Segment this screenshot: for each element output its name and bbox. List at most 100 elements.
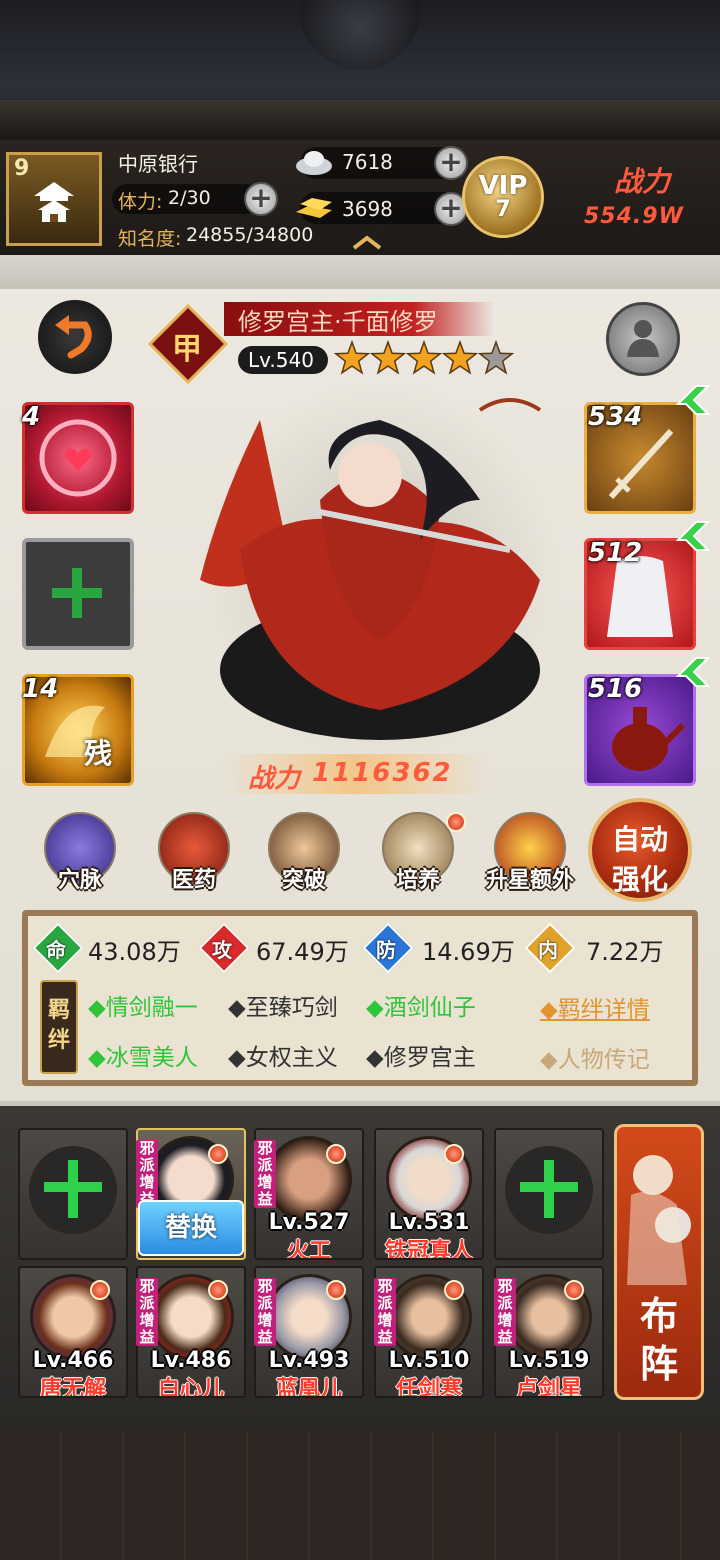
plus-icon (52, 568, 102, 618)
member-name: 蓝凰儿 (275, 1377, 342, 1398)
stat-value: 67.49万 (256, 938, 349, 966)
fame-value: 24855/34800 (186, 224, 314, 246)
hero-title: 修罗宫主·千面修罗 (238, 308, 438, 336)
gold-bars-icon (296, 198, 332, 218)
star-rating (334, 340, 515, 375)
skill-medicine[interactable]: 医药 (156, 812, 232, 894)
chevron-up-icon[interactable] (350, 232, 384, 252)
roof-banner (0, 0, 720, 140)
stat-value: 43.08万 (88, 938, 181, 966)
back-button[interactable] (38, 300, 112, 374)
footer-panel (0, 1431, 720, 1560)
member-name: 卢剑星 (515, 1377, 582, 1398)
stat-key: 内 (538, 938, 558, 962)
member-name: 铁冠真人 (384, 1239, 473, 1260)
auto-enhance-button[interactable]: 自动 强化 (588, 798, 692, 902)
faction-tag: 邪派增益 (136, 1140, 158, 1208)
notification-dot (208, 1144, 228, 1164)
upgrade-arrow-icon[interactable] (676, 656, 710, 696)
team-slot-empty[interactable] (18, 1128, 128, 1260)
vip-badge[interactable]: VIP 7 (462, 156, 544, 238)
team-slot-empty[interactable] (494, 1128, 604, 1260)
upgrade-arrow-icon[interactable] (676, 384, 710, 424)
hero-level: Lv.540 (248, 348, 314, 372)
member-name: 火工 (286, 1239, 331, 1260)
member-name: 唐无解 (39, 1377, 106, 1398)
slot-count: 4 (22, 402, 41, 432)
team-member[interactable]: Lv.531 铁冠真人 (374, 1128, 484, 1260)
equip-level: 534 (588, 402, 643, 432)
skill-label: 穴脉 (57, 868, 102, 893)
bond-item: ◆至臻巧剑 (228, 995, 338, 1021)
bond-item: ◆酒剑仙子 (366, 995, 476, 1021)
heart-swirl-icon (39, 419, 117, 497)
gold-value: 3698 (342, 197, 393, 221)
armor-view-button[interactable] (606, 302, 680, 376)
stat-value: 14.69万 (422, 938, 515, 966)
notification-dot (564, 1280, 584, 1300)
slot-count: 14 (22, 674, 59, 704)
bond-item: ◆修罗宫主 (366, 1045, 476, 1071)
swap-button[interactable]: 替换 (138, 1200, 244, 1256)
fame-label: 知名度: (118, 228, 182, 250)
stamina-label: 体力: (118, 191, 163, 213)
vip-level: 7 (495, 197, 511, 222)
faction-tag: 邪派增益 (136, 1278, 158, 1346)
team-member[interactable]: Lv.466 唐无解 (18, 1266, 128, 1398)
equip-level: 512 (588, 538, 643, 568)
member-level: Lv.527 (268, 1210, 350, 1235)
skill-star-extra[interactable]: 升星额外 (482, 812, 578, 894)
auto-enhance-line2: 强化 (611, 863, 668, 896)
divider-band (0, 255, 720, 289)
notification-dot (444, 1280, 464, 1300)
player-name: 中原银行 (118, 152, 198, 176)
formation-line1: 布 (639, 1294, 678, 1338)
faction-tag: 邪派增益 (374, 1278, 396, 1346)
auto-enhance-line1: 自动 (611, 823, 668, 856)
notification-dot (208, 1280, 228, 1300)
member-level: Lv.493 (268, 1348, 350, 1373)
upgrade-arrow-icon[interactable] (676, 520, 710, 560)
skill-label: 升星额外 (485, 868, 574, 893)
formation-button[interactable]: 布 阵 (614, 1124, 704, 1400)
bond-detail-link[interactable]: ◆羁绊详情 (540, 990, 650, 1024)
bond-tag: 羁 绊 (40, 980, 78, 1074)
add-stamina-button[interactable]: + (244, 182, 278, 216)
notification-dot (90, 1280, 110, 1300)
hero-power-value: 1116362 (312, 758, 453, 788)
notification-dot (326, 1144, 346, 1164)
temple-icon (34, 182, 74, 222)
roof-beam (0, 100, 720, 140)
hero-power-label: 战力 (248, 764, 301, 794)
skill-breakthrough[interactable]: 突破 (266, 812, 342, 894)
star-filled-icon (441, 340, 479, 375)
member-level: Lv.486 (150, 1348, 232, 1373)
star-filled-icon (334, 340, 371, 375)
silver-ingot-icon (296, 151, 332, 175)
silver-value: 7618 (342, 150, 393, 174)
formation-portrait (627, 1155, 691, 1285)
hero-portrait (200, 398, 542, 740)
total-power-value: 554.9W (584, 204, 684, 229)
biography-link[interactable]: ◆人物传记 (540, 1040, 650, 1074)
member-level: Lv.519 (508, 1348, 590, 1373)
member-level: Lv.531 (388, 1210, 470, 1235)
plus-icon (505, 1146, 593, 1234)
slot-empty[interactable] (22, 538, 134, 650)
add-silver-button[interactable]: + (434, 146, 468, 180)
return-arrow-icon (55, 315, 92, 359)
skill-meridian[interactable]: 穴脉 (42, 812, 118, 894)
bond-tag-line1: 羁 (47, 998, 70, 1023)
bond-item: ◆女权主义 (228, 1045, 338, 1071)
armor-icon (627, 320, 659, 357)
star-empty-icon (477, 340, 515, 375)
stat-key: 命 (46, 938, 66, 962)
member-name: 任剑寒 (395, 1377, 462, 1398)
member-level: Lv.510 (388, 1348, 470, 1373)
plus-icon (29, 1146, 117, 1234)
skill-training[interactable]: 培养 (380, 812, 456, 894)
star-filled-icon (369, 340, 407, 375)
skill-label: 医药 (171, 868, 216, 893)
skill-label: 突破 (281, 868, 326, 893)
stat-value: 7.22万 (586, 938, 664, 966)
